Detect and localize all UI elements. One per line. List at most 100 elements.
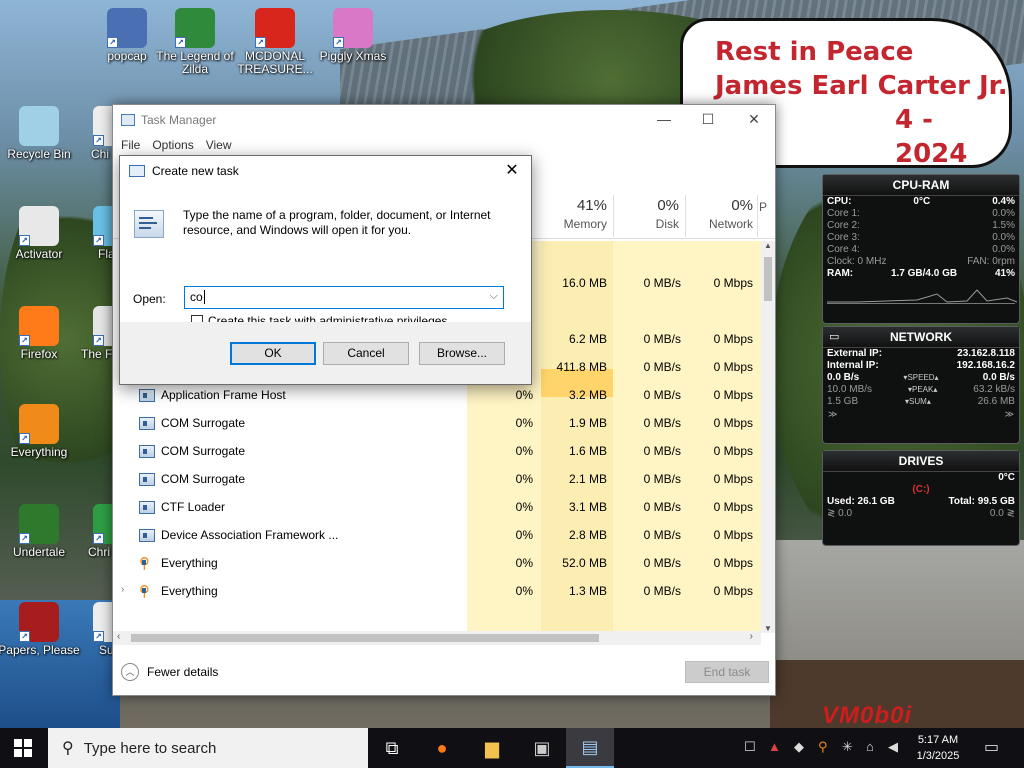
minimize-icon[interactable]: — bbox=[641, 111, 687, 127]
wallpaper-pavement bbox=[770, 540, 1024, 670]
sum-label: ▾SUM▴ bbox=[905, 397, 931, 406]
taskbar-clock[interactable]: 5:17 AM 1/3/2025 bbox=[906, 732, 970, 764]
run-icon bbox=[129, 165, 145, 177]
cell-cpu: 0% bbox=[515, 584, 533, 598]
create-new-task-dialog[interactable]: Create new task ✕ Type the name of a pro… bbox=[119, 155, 532, 385]
clock-date: 1/3/2025 bbox=[916, 750, 960, 762]
cell-cpu: 0% bbox=[515, 416, 533, 430]
table-row[interactable]: ⚲ Everything 0% 52.0 MB 0 MB/s 0 Mbps bbox=[113, 549, 761, 577]
table-row[interactable]: CTF Loader 0% 3.1 MB 0 MB/s 0 Mbps bbox=[113, 493, 761, 521]
desktop-icon[interactable]: ↗ MCDONAL TREASURE... bbox=[232, 8, 318, 76]
dialog-titlebar[interactable]: Create new task ✕ bbox=[120, 156, 531, 186]
menu-view[interactable]: View bbox=[206, 138, 232, 152]
firefox-icon[interactable]: ● bbox=[418, 728, 466, 768]
desktop-icon[interactable]: ↗ Piggly Xmas bbox=[310, 8, 396, 63]
maximize-icon[interactable]: ☐ bbox=[685, 111, 731, 128]
horizontal-scrollbar[interactable]: ‹ › bbox=[113, 631, 761, 645]
windows-start-icon[interactable] bbox=[14, 739, 32, 757]
clock-readout: Clock: 0 MHz bbox=[827, 256, 887, 267]
cpu-ram-gadget[interactable]: CPU-RAM CPU: 0°C 0.4% Core 1: 0.0% Core 2: 1… bbox=[822, 174, 1020, 324]
vertical-scrollbar[interactable]: ▲ ▼ bbox=[761, 241, 775, 633]
fewer-details-button[interactable]: ︿ Fewer details bbox=[121, 663, 218, 681]
vertical-scroll-thumb[interactable] bbox=[764, 257, 772, 301]
task-view-icon[interactable]: ⧉ bbox=[368, 728, 416, 768]
table-row[interactable]: › ⚲ Everything 0% 1.3 MB 0 MB/s 0 Mbps bbox=[113, 577, 761, 605]
end-task-button[interactable]: End task bbox=[685, 661, 769, 683]
chevron-down-icon[interactable]: ⌵ bbox=[490, 290, 498, 303]
cell-net: 0 Mbps bbox=[713, 584, 753, 598]
horizontal-scroll-thumb[interactable] bbox=[131, 634, 599, 642]
process-window-icon bbox=[139, 388, 155, 402]
desktop-icon-label: Everything bbox=[10, 445, 68, 459]
cell-disk: 0 MB/s bbox=[643, 556, 681, 570]
cell-disk: 0 MB/s bbox=[643, 388, 681, 402]
ram-value: 1.7 GB/4.0 GB bbox=[890, 268, 958, 279]
taskbar-search-box[interactable]: ⚲ Type here to search bbox=[48, 728, 368, 768]
tray-everything-icon[interactable]: ⚲ bbox=[818, 739, 828, 755]
cell-mem: 2.1 MB bbox=[568, 472, 607, 486]
dialog-close-icon[interactable]: ✕ bbox=[499, 161, 525, 181]
cell-mem: 3.2 MB bbox=[568, 388, 607, 402]
close-icon[interactable]: ✕ bbox=[731, 111, 777, 128]
ok-button[interactable]: OK bbox=[230, 342, 316, 365]
shortcut-arrow-icon: ↗ bbox=[107, 37, 118, 48]
cell-disk: 0 MB/s bbox=[643, 360, 681, 374]
desktop-icon[interactable]: ↗ The Legend of Zilda bbox=[152, 8, 238, 76]
notification-icon[interactable]: ▭ bbox=[984, 737, 999, 757]
tray-star-icon[interactable]: ✳ bbox=[842, 739, 853, 755]
core-label: Core 3: bbox=[827, 232, 860, 243]
cell-net: 0 Mbps bbox=[713, 500, 753, 514]
peak-down: 10.0 MB/s bbox=[827, 384, 873, 395]
drives-gadget[interactable]: DRIVES 0°C (C:) Used: 26.1 GB Total: 99.5… bbox=[822, 450, 1020, 546]
network-icon[interactable]: ⌂ bbox=[866, 739, 874, 754]
speed-label: ▾SPEED▴ bbox=[903, 373, 939, 382]
ram-graph bbox=[827, 282, 1018, 304]
tray-drop-icon[interactable]: ◆ bbox=[794, 739, 804, 755]
banner-line: Rest in Peace bbox=[715, 37, 914, 67]
shortcut-arrow-icon: ↗ bbox=[333, 37, 344, 48]
dialog-title: Create new task bbox=[152, 164, 239, 178]
internal-ip-label: Internal IP: bbox=[827, 360, 879, 371]
cell-disk: 0 MB/s bbox=[643, 472, 681, 486]
desktop-icon[interactable]: ↗ Everything bbox=[0, 404, 82, 459]
column-memory[interactable]: 41% Memory bbox=[543, 197, 607, 231]
menu-file[interactable]: File bbox=[121, 138, 140, 152]
browse-button[interactable]: Browse... bbox=[419, 342, 505, 365]
open-input[interactable]: co bbox=[190, 290, 203, 304]
table-row[interactable]: Application Frame Host 0% 3.2 MB 0 MB/s 0 Mb… bbox=[113, 381, 761, 409]
dialog-body: Type the name of a program, folder, docu… bbox=[120, 186, 531, 328]
firefox-icon: ↗ bbox=[19, 306, 59, 346]
network-gadget[interactable]: ▭ NETWORK External IP: 23.162.8.118 Intern… bbox=[822, 326, 1020, 444]
sum-up: 26.6 MB bbox=[977, 396, 1015, 407]
cell-disk: 0 MB/s bbox=[643, 528, 681, 542]
volume-icon[interactable]: ◀ bbox=[888, 739, 898, 755]
run-program-icon bbox=[134, 210, 164, 238]
process-window-icon bbox=[139, 528, 155, 542]
peak-label: ▾PEAK▴ bbox=[907, 385, 938, 394]
process-window-icon bbox=[139, 416, 155, 430]
cancel-button[interactable]: Cancel bbox=[323, 342, 409, 365]
core-value: 0.0% bbox=[992, 208, 1015, 219]
cell-net: 0 Mbps bbox=[713, 276, 753, 290]
open-combobox[interactable]: co ⌵ bbox=[184, 286, 504, 309]
task-manager-taskbar-icon[interactable]: ▤ bbox=[566, 728, 614, 768]
tray-app-icon[interactable]: ▲ bbox=[768, 739, 781, 754]
task-manager-footer: ︿ Fewer details End task bbox=[113, 657, 775, 695]
table-row[interactable]: COM Surrogate 0% 1.9 MB 0 MB/s 0 Mbps bbox=[113, 409, 761, 437]
table-row[interactable]: COM Surrogate 0% 2.1 MB 0 MB/s 0 Mbps bbox=[113, 465, 761, 493]
core-value: 0.0% bbox=[992, 244, 1015, 255]
tray-window-icon[interactable]: ☐ bbox=[744, 739, 756, 755]
network-title: ▭ NETWORK bbox=[823, 327, 1019, 348]
column-network[interactable]: 0% Network bbox=[689, 197, 753, 231]
file-explorer-icon[interactable]: ▆ bbox=[468, 728, 516, 768]
task-manager-titlebar[interactable]: Task Manager — ☐ ✕ bbox=[113, 105, 775, 135]
cell-net: 0 Mbps bbox=[713, 416, 753, 430]
dialog-button-bar: OK Cancel Browse... bbox=[120, 322, 531, 384]
menu-options[interactable]: Options bbox=[152, 138, 193, 152]
column-power[interactable]: P bbox=[759, 197, 773, 214]
expand-chevron-icon[interactable]: › bbox=[121, 584, 124, 595]
table-row[interactable]: Device Association Framework ... 0% 2.8 MB… bbox=[113, 521, 761, 549]
control-panel-icon[interactable]: ▣ bbox=[518, 728, 566, 768]
table-row[interactable]: COM Surrogate 0% 1.6 MB 0 MB/s 0 Mbps bbox=[113, 437, 761, 465]
column-disk[interactable]: 0% Disk bbox=[617, 197, 679, 231]
